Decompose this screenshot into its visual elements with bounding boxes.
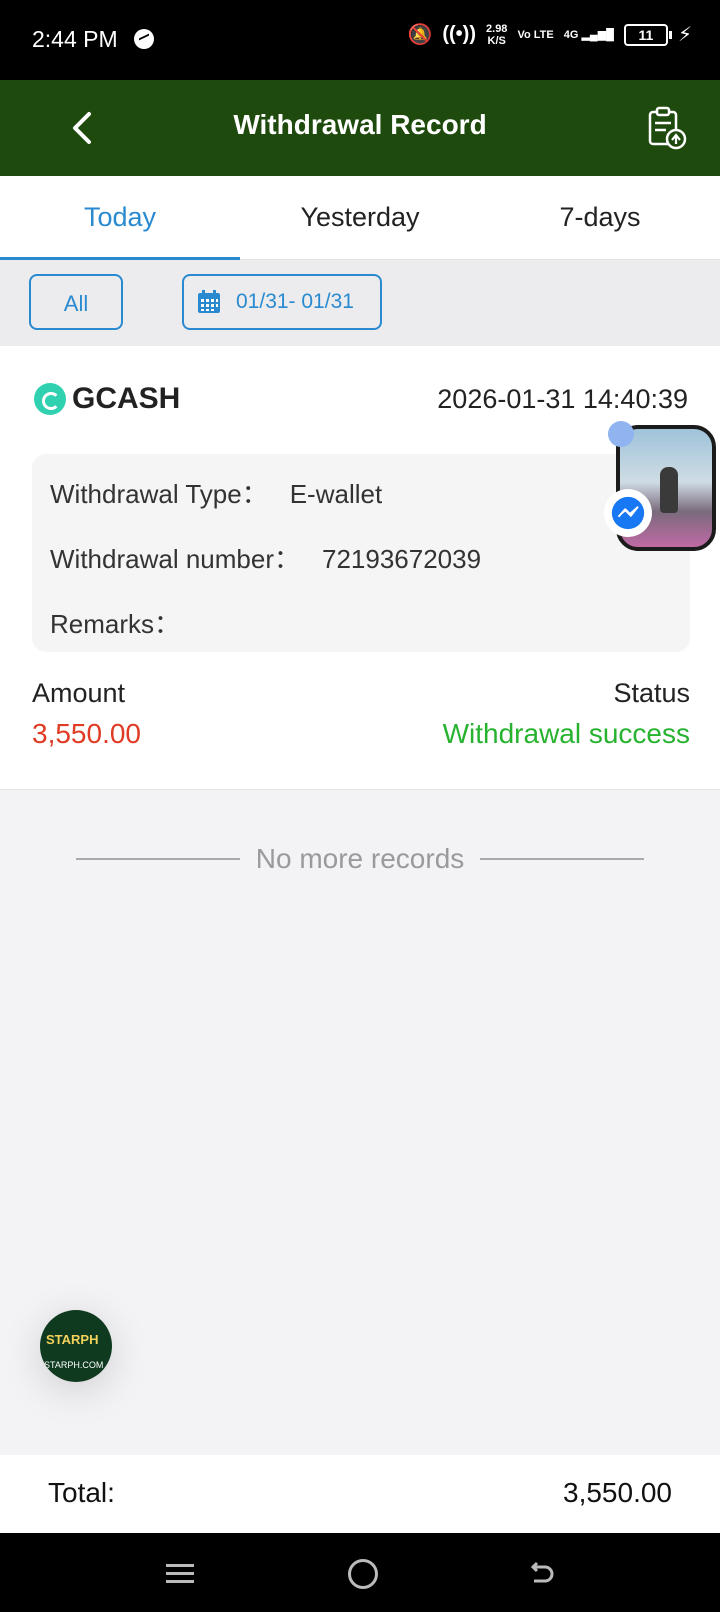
app-header: Withdrawal Record: [0, 80, 720, 176]
hotspot-icon: ((•)): [442, 23, 477, 45]
withdrawal-type-row: Withdrawal Type： E-wallet: [50, 474, 382, 511]
date-range-button[interactable]: 01/31- 01/31: [182, 274, 382, 330]
withdrawal-number-row: Withdrawal number： 72193672039: [50, 539, 481, 576]
menu-line-icon: [166, 1572, 194, 1575]
status-icons: 🔕 ((•)) 2.98 K/S Vo LTE 4G ▂▄▆█ 11 ⚡: [407, 22, 692, 47]
divider-left: [76, 858, 240, 860]
status-value: Withdrawal success: [442, 718, 690, 749]
messenger-logo-icon: [611, 496, 645, 530]
divider-right: [480, 858, 645, 860]
record-datetime: 2026-01-31 14:40:39: [437, 384, 688, 414]
withdrawal-type-value: E-wallet: [289, 479, 383, 509]
battery-icon: 11: [623, 23, 672, 46]
total-bar: Total: 3,550.00: [0, 1455, 720, 1533]
filter-all-button[interactable]: All: [29, 274, 123, 330]
messenger-notification-icon: [134, 29, 154, 49]
network-speed-unit: K/S: [487, 34, 506, 47]
system-back-button[interactable]: [525, 1557, 557, 1589]
amount-value: 3,550.00: [32, 718, 141, 749]
tab-yesterday[interactable]: Yesterday: [240, 176, 480, 259]
remarks-row: Remarks：: [50, 604, 180, 641]
no-more-records: No more records: [76, 843, 645, 875]
withdrawal-type-label: Withdrawal Type：: [50, 479, 268, 509]
withdrawal-number-label: Withdrawal number：: [50, 544, 300, 574]
calendar-icon: [198, 290, 220, 313]
menu-line-icon: [166, 1564, 194, 1567]
withdrawal-number-value: 72193672039: [321, 544, 482, 574]
payment-method: GCASH: [34, 382, 180, 416]
mute-bell-icon: 🔕: [407, 24, 433, 46]
filter-bar: All 01/31- 01/31: [0, 260, 720, 346]
no-more-records-label: No more records: [255, 843, 465, 874]
signal-label: 4G: [563, 28, 579, 41]
tab-today[interactable]: Today: [0, 176, 240, 260]
status-time: 2:44 PM: [32, 26, 118, 52]
network-speed-value: 2.98: [486, 22, 508, 35]
total-value: 3,550.00: [563, 1477, 672, 1508]
system-nav-bar: [0, 1533, 720, 1612]
remarks-label: Remarks：: [50, 609, 181, 639]
starph-logo: STARPH: [46, 1332, 99, 1347]
status-bar: 2:44 PM 🔕 ((•)) 2.98 K/S Vo LTE 4G ▂▄▆█ …: [0, 0, 720, 80]
clipboard-upload-icon: [648, 106, 687, 150]
amount-label: Amount: [32, 678, 126, 708]
record-details: Withdrawal Type： E-wallet Withdrawal numb…: [32, 454, 690, 652]
date-range-label: 01/31- 01/31: [236, 290, 354, 313]
chat-head-avatar-photo: [660, 467, 678, 513]
signal-indicator: 4G ▂▄▆█: [563, 28, 614, 41]
menu-line-icon: [166, 1580, 194, 1583]
gcash-logo-icon: [34, 383, 66, 415]
chat-head-dot: [608, 421, 634, 447]
messenger-icon: [604, 489, 652, 537]
page-title: Withdrawal Record: [233, 109, 487, 140]
period-tabs: Today Yesterday 7-days: [0, 176, 720, 260]
starph-url: STARPH.COM: [44, 1360, 104, 1370]
payment-method-name: GCASH: [72, 382, 181, 415]
network-speed: 2.98 K/S: [486, 23, 507, 47]
charging-icon: ⚡: [677, 24, 692, 46]
clipboard-upload-button[interactable]: [642, 104, 690, 152]
recents-button[interactable]: [166, 1559, 194, 1587]
tab-7-days[interactable]: 7-days: [480, 176, 720, 259]
volte-indicator: Vo LTE: [517, 28, 554, 41]
withdrawal-record-card[interactable]: GCASH 2026-01-31 14:40:39 Withdrawal Typ…: [0, 346, 720, 790]
back-arrow-icon: [530, 1561, 554, 1583]
total-label: Total:: [48, 1477, 115, 1508]
starph-floating-button[interactable]: STARPH STARPH.COM: [40, 1310, 112, 1382]
status-label: Status: [613, 678, 690, 708]
home-button[interactable]: [348, 1559, 378, 1589]
